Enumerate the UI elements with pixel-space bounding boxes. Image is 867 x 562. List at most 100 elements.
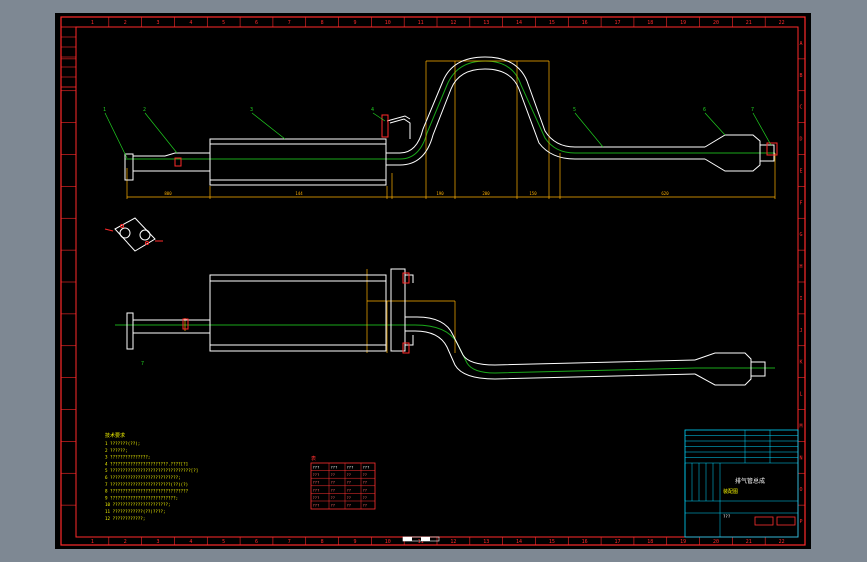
row-label: B <box>799 73 802 79</box>
callout-number: 7 <box>751 107 754 113</box>
table-cell: ??? <box>363 465 370 470</box>
table-cell: ??? <box>313 503 320 508</box>
centerline-front <box>115 324 775 374</box>
callout-leader <box>574 112 604 148</box>
callout-leader <box>372 112 386 122</box>
hanger-top <box>381 114 411 139</box>
row-label: P <box>799 519 802 525</box>
column-label: 12 <box>450 20 456 26</box>
bend-pipe-top[interactable] <box>386 56 705 166</box>
note-line: 12 ????????????; <box>105 516 145 521</box>
row-label: J <box>799 328 802 334</box>
scale-bar <box>402 536 440 542</box>
dimension-label: 144 <box>295 191 303 196</box>
table-title: 表 <box>311 455 316 462</box>
column-label: 7 <box>288 20 291 26</box>
note-line: 10 ??????????????????????; <box>105 502 171 507</box>
table-cell: ?? <box>347 495 352 500</box>
table-cell: ?? <box>331 480 336 485</box>
callout-number: 5 <box>573 107 576 113</box>
column-label: 20 <box>713 539 719 545</box>
column-label: 20 <box>713 20 719 26</box>
table-cell: ?? <box>331 495 336 500</box>
row-label: E <box>799 168 802 174</box>
parts-table: 表 ??????????????????????????????????????… <box>310 455 376 510</box>
column-label: 22 <box>779 20 785 26</box>
column-label: 5 <box>222 20 225 26</box>
column-label: 19 <box>680 539 686 545</box>
column-label: 4 <box>189 539 192 545</box>
note-line: 7 ????????????????????????(??)(?) <box>105 482 188 487</box>
column-labels-top: 1 2 3 4 5 6 7 8 9 10 11 12 13 14 15 16 17 18 19 20 21 22 <box>91 17 785 27</box>
table-cell: ?? <box>331 503 336 508</box>
row-labels-right: A B C D E F G H I J K L M N O P <box>798 41 805 525</box>
notes-title: 技术要求 <box>105 432 125 439</box>
front-view[interactable]: 7 <box>115 268 775 386</box>
column-label: 15 <box>549 539 555 545</box>
column-label: 10 <box>385 539 391 545</box>
column-label: 10 <box>385 20 391 26</box>
part-callouts: 1 2 3 4 5 6 7 <box>103 107 772 159</box>
column-label: 18 <box>647 539 653 545</box>
revision-strip <box>60 26 77 88</box>
column-label: 14 <box>516 20 522 26</box>
drawing-sheet[interactable]: 1 2 3 4 5 6 7 8 9 10 11 12 13 14 15 16 17 18 19 20 21 22 1234… <box>55 13 811 549</box>
column-label: 16 <box>582 539 588 545</box>
note-line: 11 ????????????(??)????; <box>105 509 166 514</box>
table-cell: ?? <box>363 480 368 485</box>
callout-leader <box>104 112 128 159</box>
note-line: 2 ??????; <box>105 448 128 453</box>
dimension-label: 620 <box>661 191 669 196</box>
table-cell: ??? <box>331 465 338 470</box>
row-label: K <box>799 360 802 366</box>
tail-pipe-front[interactable] <box>405 316 766 386</box>
callout-leader <box>144 112 178 154</box>
table-cell: ?? <box>363 487 368 492</box>
column-label: 18 <box>647 20 653 26</box>
dimension-label: 150 <box>529 191 537 196</box>
column-label: 13 <box>483 20 489 26</box>
table-cell: ??? <box>313 480 320 485</box>
column-label: 21 <box>746 20 752 26</box>
hanger-front <box>390 268 414 354</box>
row-label: G <box>799 232 802 238</box>
dimension-labels-top: 800 144 190 200 150 620 <box>164 191 669 196</box>
dimension-label: 200 <box>482 191 490 196</box>
muffler-front[interactable] <box>209 274 387 352</box>
technical-requirements: 技术要求 1 ???????(??); 2 ??????; 3 ??????????… <box>105 432 198 521</box>
callout-number: 6 <box>703 107 706 113</box>
inlet-pipe[interactable] <box>124 152 210 181</box>
title-block-drawing-name: 装配图 <box>723 488 738 495</box>
drawing-canvas[interactable]: 1 2 3 4 5 6 7 8 9 10 11 12 13 14 15 16 17 18 19 20 21 22 1234… <box>55 13 811 549</box>
row-label: H <box>799 264 802 270</box>
column-label: 4 <box>189 20 192 26</box>
column-label: 15 <box>549 20 555 26</box>
row-label: M <box>799 423 802 429</box>
inlet-pipe-front[interactable] <box>126 312 210 350</box>
note-line: 1 ???????(??); <box>105 441 140 446</box>
title-block-label: ??? <box>723 514 731 519</box>
column-label: 17 <box>614 539 620 545</box>
dimension-label: 190 <box>436 191 444 196</box>
column-label: 6 <box>255 20 258 26</box>
row-label: D <box>799 137 802 143</box>
muffler-top[interactable] <box>209 138 387 186</box>
table-cell: ?? <box>363 472 368 477</box>
note-line: 6 ???????????????????????????; <box>105 475 181 480</box>
table-cell: ?? <box>347 480 352 485</box>
dimension-frames-front <box>184 269 456 353</box>
callout-leader <box>251 112 286 140</box>
flange-gasket-detail[interactable] <box>104 217 163 252</box>
row-label: I <box>799 296 802 302</box>
column-label: 19 <box>680 20 686 26</box>
note-line: 9 ??????????????????????????; <box>105 495 178 500</box>
top-view[interactable]: 800 144 190 200 150 620 1 2 3 4 5 6 7 <box>103 56 778 199</box>
row-labels-left <box>61 58 76 506</box>
column-label: 14 <box>516 539 522 545</box>
table-cell: ?? <box>363 495 368 500</box>
column-label: 7 <box>288 539 291 545</box>
column-label: 16 <box>582 20 588 26</box>
cad-viewport: 1 2 3 4 5 6 7 8 9 10 11 12 13 14 15 16 17 18 19 20 21 22 1234… <box>0 0 867 562</box>
column-label: 1 <box>91 539 94 545</box>
column-label: 9 <box>353 539 356 545</box>
